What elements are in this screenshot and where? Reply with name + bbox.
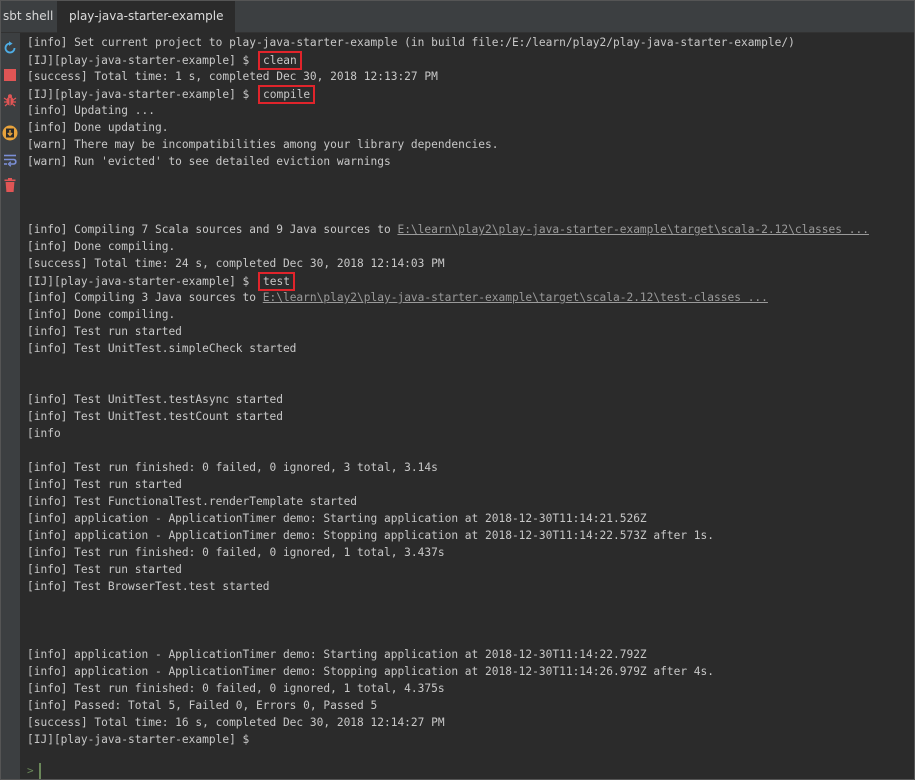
- console-line-text: [info] Test BrowserTest.test started: [27, 580, 270, 593]
- console-line-text: [info] Test FunctionalTest.renderTemplat…: [27, 495, 358, 508]
- console-line: [info] Done compiling.: [27, 306, 175, 323]
- console-line: [IJ][play-java-starter-example] $: [27, 731, 249, 748]
- console-line: [success] Total time: 24 s, completed De…: [27, 255, 445, 272]
- console-line-text: [info] Done updating.: [27, 121, 169, 134]
- console-line-text: [IJ][play-java-starter-example] $: [27, 88, 257, 101]
- console-line-text: [info] Test run started: [27, 325, 182, 338]
- console-line-text: [info] application - ApplicationTimer de…: [27, 529, 715, 542]
- bug-icon[interactable]: [3, 93, 17, 107]
- sbt-shell-window: sbt shell play-java-starter-example [inf…: [0, 0, 915, 780]
- path-link[interactable]: E:\learn\play2\play-java-starter-example…: [397, 223, 868, 236]
- console-line: [info] Test BrowserTest.test started: [27, 578, 269, 595]
- console-line: [info] Test UnitTest.testCount started: [27, 408, 283, 425]
- highlighted-command: compile: [258, 85, 316, 104]
- console-line-text: [info] Test run finished: 0 failed, 0 ig…: [27, 461, 438, 474]
- tab-bar: sbt shell play-java-starter-example: [1, 1, 914, 33]
- console-line-text: [info] Test run started: [27, 563, 182, 576]
- console-line: [info] application - ApplicationTimer de…: [27, 646, 647, 663]
- console-line-text: [info: [27, 427, 61, 440]
- console-line: [warn] Run 'evicted' to see detailed evi…: [27, 153, 391, 170]
- console-line: [info] application - ApplicationTimer de…: [27, 527, 714, 544]
- trash-icon[interactable]: [3, 178, 17, 192]
- console-line: [info] Done compiling.: [27, 238, 175, 255]
- console-line-text: [success] Total time: 16 s, completed De…: [27, 716, 445, 729]
- console-line-text: [success] Total time: 1 s, completed Dec…: [27, 70, 438, 83]
- console-line-text: [warn] Run 'evicted' to see detailed evi…: [27, 155, 391, 168]
- console-line-text: [info] Test run finished: 0 failed, 0 ig…: [27, 546, 445, 559]
- console-output[interactable]: [info] Set current project to play-java-…: [27, 34, 912, 774]
- tab-sbt-shell[interactable]: sbt shell: [3, 1, 53, 32]
- console-line: [info] Compiling 7 Scala sources and 9 J…: [27, 221, 869, 238]
- console-line-text: [info] Test run started: [27, 478, 182, 491]
- console-line-text: [success] Total time: 24 s, completed De…: [27, 257, 445, 270]
- console-line: [warn] There may be incompatibilities am…: [27, 136, 498, 153]
- console-line-text: [IJ][play-java-starter-example] $: [27, 54, 257, 67]
- console-line: [info] Updating ...: [27, 102, 155, 119]
- console-line: [success] Total time: 1 s, completed Dec…: [27, 68, 438, 85]
- side-toolbar: [1, 33, 20, 779]
- console-line: [info] application - ApplicationTimer de…: [27, 663, 714, 680]
- console-line: [info] Done updating.: [27, 119, 168, 136]
- console-line-text: [info] Set current project to play-java-…: [27, 36, 795, 49]
- console-line-text: [info] Done compiling.: [27, 308, 176, 321]
- console-line-text: [IJ][play-java-starter-example] $: [27, 733, 250, 746]
- console-line-text: [info] Done compiling.: [27, 240, 176, 253]
- console-line: [info: [27, 425, 61, 442]
- wrap-icon[interactable]: [3, 153, 17, 167]
- console-line-text: [info] Test run finished: 0 failed, 0 ig…: [27, 682, 445, 695]
- console-line: [info] application - ApplicationTimer de…: [27, 510, 647, 527]
- console-line-text: [info] application - ApplicationTimer de…: [27, 665, 715, 678]
- console-line: [info] Test UnitTest.simpleCheck started: [27, 340, 296, 357]
- console-line: [info] Test run started: [27, 561, 182, 578]
- console-line: [info] Compiling 3 Java sources to E:\le…: [27, 289, 768, 306]
- console-line: [info] Test UnitTest.testAsync started: [27, 391, 283, 408]
- console-line: [info] Test FunctionalTest.renderTemplat…: [27, 493, 357, 510]
- download-icon[interactable]: [2, 125, 18, 141]
- tab-play-java-starter-example[interactable]: play-java-starter-example: [57, 1, 236, 33]
- console-line-text: [info] Test UnitTest.testAsync started: [27, 393, 283, 406]
- console-line: [IJ][play-java-starter-example] $ compil…: [27, 85, 316, 104]
- console-line: [info] Test run started: [27, 476, 182, 493]
- console-line: [info] Passed: Total 5, Failed 0, Errors…: [27, 697, 377, 714]
- console-line-text: [warn] There may be incompatibilities am…: [27, 138, 499, 151]
- console-line: [info] Test run finished: 0 failed, 0 ig…: [27, 544, 445, 561]
- console-line-text: [info] application - ApplicationTimer de…: [27, 648, 647, 661]
- console-line-text: [info] Updating ...: [27, 104, 155, 117]
- console-line-text: [IJ][play-java-starter-example] $: [27, 275, 257, 288]
- console-line-text: [info] Compiling 3 Java sources to: [27, 291, 263, 304]
- console-line: [IJ][play-java-starter-example] $ test: [27, 272, 295, 291]
- console-line-text: [info] Compiling 7 Scala sources and 9 J…: [27, 223, 398, 236]
- console-line: [info] Test run started: [27, 323, 182, 340]
- refresh-icon[interactable]: [3, 41, 17, 55]
- console-line: [info] Test run finished: 0 failed, 0 ig…: [27, 680, 445, 697]
- console-line-text: [info] Test UnitTest.simpleCheck started: [27, 342, 297, 355]
- stop-icon[interactable]: [3, 68, 17, 82]
- console-line: [success] Total time: 16 s, completed De…: [27, 714, 445, 731]
- console-line: [info] Test run finished: 0 failed, 0 ig…: [27, 459, 438, 476]
- input-caret[interactable]: [39, 763, 41, 779]
- prompt-arrow-icon: >: [27, 764, 34, 777]
- console-line: [info] Set current project to play-java-…: [27, 34, 795, 51]
- console-line: [IJ][play-java-starter-example] $ clean: [27, 51, 302, 70]
- console-line-text: [info] application - ApplicationTimer de…: [27, 512, 647, 525]
- console-line-text: [info] Test UnitTest.testCount started: [27, 410, 283, 423]
- console-line-text: [info] Passed: Total 5, Failed 0, Errors…: [27, 699, 378, 712]
- path-link[interactable]: E:\learn\play2\play-java-starter-example…: [263, 291, 768, 304]
